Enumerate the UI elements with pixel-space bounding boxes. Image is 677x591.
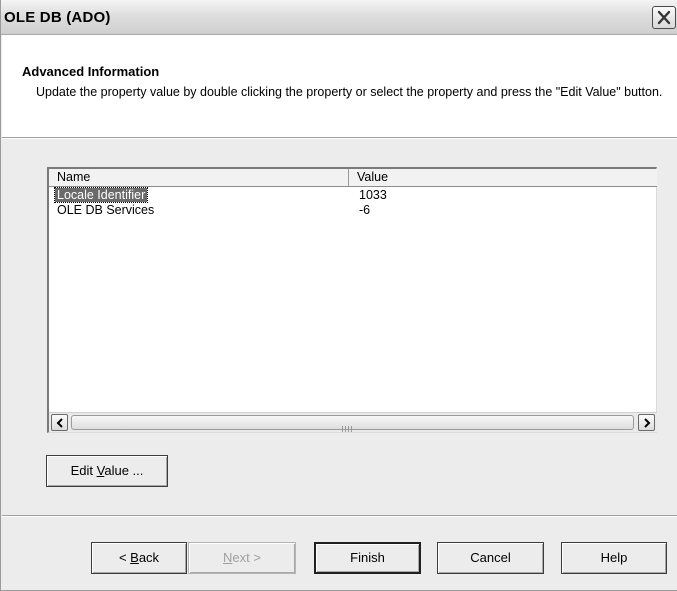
scroll-right-button[interactable] [638,414,655,431]
close-button[interactable] [652,6,676,29]
title-bar[interactable]: OLE DB (ADO) [1,0,677,35]
header-divider [2,137,677,139]
page-title: Advanced Information [22,64,160,79]
property-name: Locale Identifier [53,187,149,203]
header-panel: Advanced Information Update the property… [2,35,677,137]
footer-divider [2,515,677,517]
property-list[interactable]: Name Value Locale Identifier 1033 OLE DB… [47,167,657,433]
scroll-left-button[interactable] [51,414,68,431]
next-button[interactable]: Next > [188,542,296,574]
list-header: Name Value [49,169,657,187]
ole-db-dialog: OLE DB (ADO) Advanced Information Update… [0,0,677,591]
column-header-name[interactable]: Name [49,169,349,186]
edit-value-button[interactable]: Edit Value ... [46,455,168,487]
chevron-right-icon [644,418,651,428]
horizontal-scrollbar[interactable] [49,412,657,432]
property-value: -6 [359,203,371,217]
column-header-value[interactable]: Value [349,169,657,186]
close-icon [657,10,671,25]
list-row[interactable]: Locale Identifier 1033 [49,187,657,203]
help-button[interactable]: Help [561,542,667,574]
property-name: OLE DB Services [57,203,155,217]
property-value: 1033 [359,188,387,202]
list-row[interactable]: OLE DB Services -6 [49,203,657,217]
finish-button[interactable]: Finish [314,542,421,574]
cancel-button[interactable]: Cancel [437,542,544,574]
grip-icon [342,420,354,435]
scrollbar-thumb[interactable] [71,415,634,432]
page-description: Update the property value by double clic… [36,85,663,99]
back-button[interactable]: < Back [91,542,187,574]
chevron-left-icon [56,418,63,428]
window-title: OLE DB (ADO) [4,9,111,26]
